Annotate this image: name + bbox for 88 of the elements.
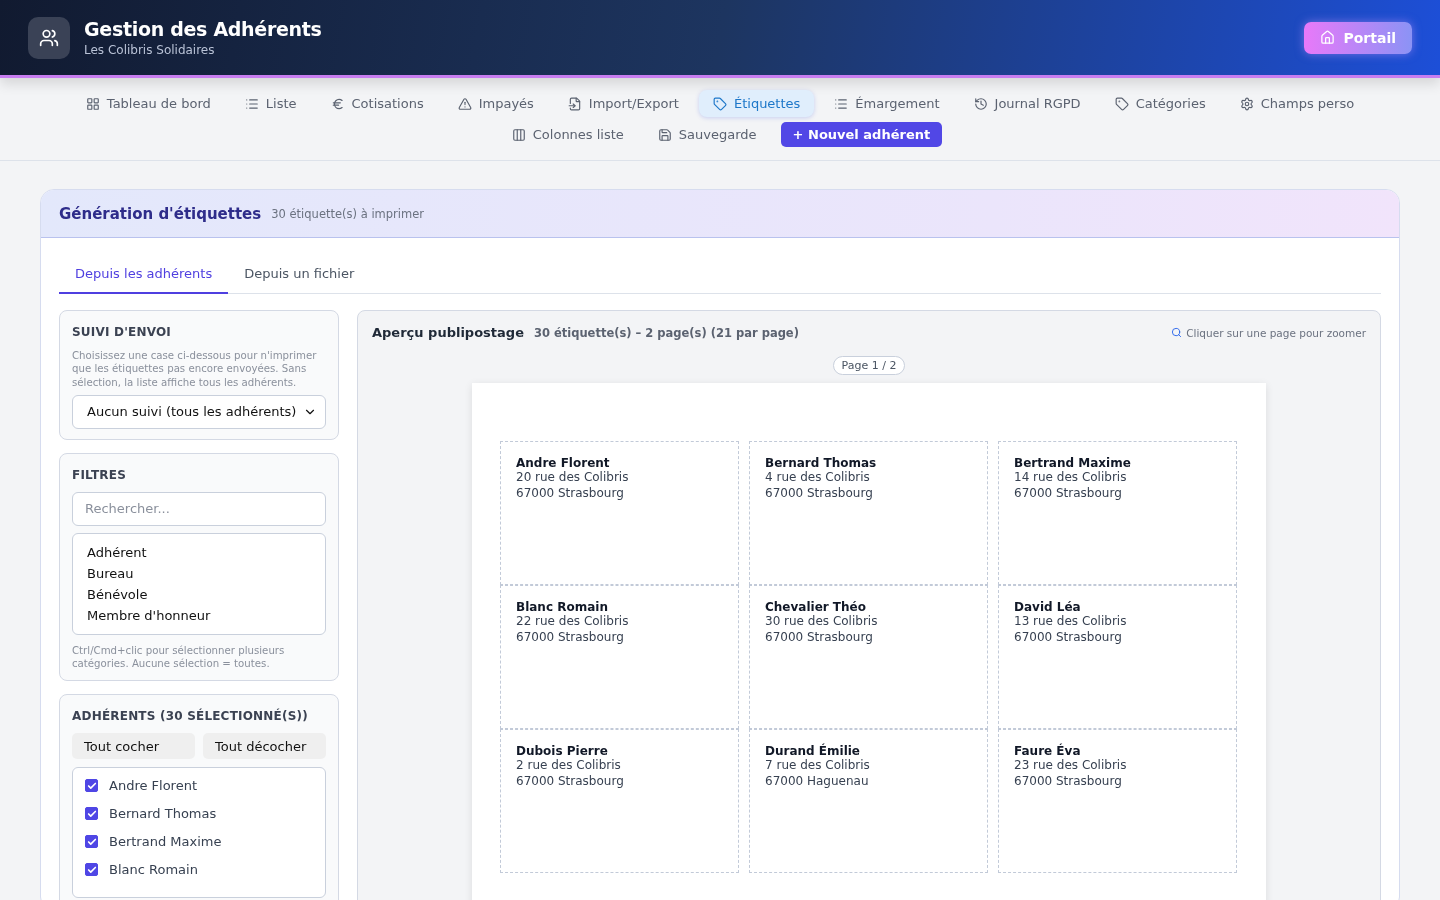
- tag-icon: [1114, 96, 1129, 111]
- street-line: 14 rue des Colibris: [1014, 470, 1128, 486]
- nav-tab[interactable]: Colonnes liste: [497, 121, 638, 148]
- nav-tab[interactable]: Étiquettes: [698, 90, 815, 117]
- nav-tab[interactable]: Impayés: [443, 90, 548, 117]
- warning-icon: [457, 96, 472, 111]
- card-title: Génération d'étiquettes: [59, 204, 262, 223]
- history-icon: [973, 96, 988, 111]
- street-line: 2 rue des Colibris: [516, 758, 622, 774]
- street-line: 30 rue des Colibris: [765, 614, 879, 630]
- preview-title: Aperçu publipostage: [372, 325, 524, 340]
- app-title: Gestion des Adhérents: [84, 18, 322, 40]
- city-line: 67000 Strasbourg: [765, 629, 874, 646]
- panel-heading: SUIVI D'ENVOI: [72, 325, 172, 339]
- tag-icon: [712, 96, 727, 111]
- city-line: 67000 Strasbourg: [516, 773, 625, 790]
- list-icon: [244, 96, 259, 111]
- category-option[interactable]: Membre d'honneur: [73, 604, 325, 626]
- recipient-name: Blanc Romain: [516, 600, 609, 614]
- city-line: 67000 Strasbourg: [765, 485, 874, 502]
- label-count: 30 étiquette(s) à imprimer: [271, 206, 424, 221]
- recipient-name: Andre Florent: [516, 456, 611, 470]
- help-text: Choisissez une case ci-dessous pour n'imprimer que les étiquettes pas encore envoyées. Sans sélection, la liste affiche tous les adhérents.: [72, 349, 318, 389]
- new-member-button[interactable]: + Nouvel adhérent: [780, 122, 943, 147]
- save-icon: [657, 127, 672, 142]
- city-line: 67000 Haguenau: [765, 773, 870, 790]
- category-listbox[interactable]: Adhérent Bureau Bénévole Membre d'honneur: [72, 532, 326, 635]
- recipient-name: Dubois Pierre: [516, 744, 609, 758]
- street-line: 22 rue des Colibris: [516, 614, 630, 630]
- city-line: 67000 Strasbourg: [1014, 485, 1123, 502]
- logo-icon: [28, 16, 70, 59]
- columns-icon: [511, 127, 526, 142]
- check-all-button[interactable]: Tout cocher: [72, 733, 195, 760]
- list-icon: [834, 96, 849, 111]
- checkbox[interactable]: [85, 835, 98, 849]
- member-name: Bernard Thomas: [109, 806, 217, 822]
- label-sheet[interactable]: [472, 383, 1266, 900]
- source-tab[interactable]: Depuis les adhérents: [59, 258, 229, 294]
- category-option[interactable]: Adhérent: [73, 541, 325, 563]
- recipient-name: Chevalier Théo: [765, 600, 867, 614]
- panel-heading: FILTRES: [72, 467, 127, 482]
- recipient-name: Faure Éva: [1014, 744, 1082, 758]
- zoom-hint: Cliquer sur une page pour zoomer: [1186, 326, 1366, 339]
- file-icon: [567, 96, 582, 111]
- help-text: Ctrl/Cmd+clic pour sélectionner plusieurs catégories. Aucune sélection = toutes.: [72, 643, 286, 671]
- nav-tab[interactable]: Tableau de bord: [71, 90, 225, 117]
- recipient-name: David Léa: [1014, 600, 1082, 614]
- recipient-name: Durand Émilie: [765, 744, 861, 758]
- settings-icon: [1239, 96, 1254, 111]
- city-line: 67000 Strasbourg: [1014, 773, 1123, 790]
- recipient-name: Bernard Thomas: [765, 456, 878, 470]
- nav-tab[interactable]: Liste: [230, 90, 311, 117]
- house-icon: [1320, 30, 1336, 45]
- city-line: 67000 Strasbourg: [516, 485, 625, 502]
- nav-tab[interactable]: Journal RGPD: [959, 90, 1095, 117]
- uncheck-all-button[interactable]: Tout décocher: [203, 733, 326, 760]
- nav-tab[interactable]: Import/Export: [553, 90, 693, 117]
- street-line: 4 rue des Colibris: [765, 470, 871, 486]
- page-badge: Page 1 / 2: [832, 356, 906, 375]
- category-option[interactable]: Bureau: [73, 562, 325, 584]
- preview-summary: 30 étiquette(s) – 2 page(s) (21 par page): [533, 325, 799, 340]
- city-line: 67000 Strasbourg: [1014, 629, 1123, 646]
- nav-tab[interactable]: Cotisations: [316, 90, 438, 117]
- street-line: 7 rue des Colibris: [765, 758, 871, 774]
- city-line: 67000 Strasbourg: [516, 629, 625, 646]
- street-line: 23 rue des Colibris: [1014, 758, 1128, 774]
- nav-tab[interactable]: Sauvegarde: [643, 121, 771, 148]
- search-field[interactable]: Rechercher...: [72, 491, 326, 526]
- recipient-name: Bertrand Maxime: [1014, 456, 1132, 470]
- tracking-select[interactable]: Aucun suivi (tous les adhérents): [72, 394, 326, 429]
- member-name: Bertrand Maxime: [109, 834, 222, 850]
- search-icon: [1171, 327, 1183, 338]
- nav-tab[interactable]: Champs perso: [1225, 90, 1369, 117]
- member-name: Blanc Romain: [109, 862, 198, 878]
- street-line: 13 rue des Colibris: [1014, 614, 1128, 630]
- checkbox[interactable]: [85, 779, 98, 793]
- member-name: Andre Florent: [109, 778, 197, 794]
- nav-tab[interactable]: Catégories: [1100, 90, 1220, 117]
- organization-name: Les Colibris Solidaires: [84, 43, 216, 57]
- street-line: 20 rue des Colibris: [516, 470, 630, 486]
- grid-icon: [85, 96, 100, 111]
- category-option[interactable]: Bénévole: [73, 583, 325, 605]
- panel-heading: ADHÉRENTS (30 SÉLECTIONNÉ(S)): [72, 709, 309, 724]
- checkbox[interactable]: [85, 807, 98, 821]
- euro-icon: [330, 96, 345, 111]
- checkbox[interactable]: [85, 863, 98, 877]
- nav-tab[interactable]: Émargement: [820, 90, 954, 117]
- source-tab[interactable]: Depuis un fichier: [228, 258, 371, 294]
